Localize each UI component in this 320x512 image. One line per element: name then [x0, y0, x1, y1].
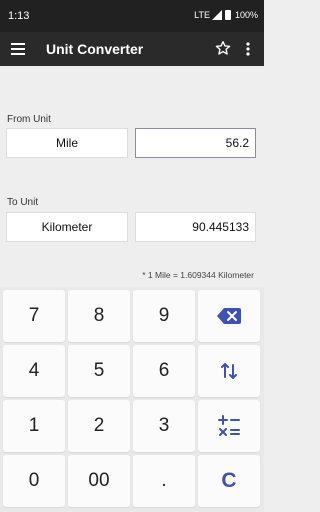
clear-button[interactable]: C	[198, 455, 260, 507]
key-4[interactable]: 4	[3, 345, 65, 397]
key-7[interactable]: 7	[3, 290, 65, 342]
backspace-icon	[217, 308, 241, 324]
battery-level: 100%	[234, 10, 258, 20]
operators-button[interactable]	[198, 400, 260, 452]
app-title: Unit Converter	[46, 41, 144, 57]
signal-icon	[211, 10, 222, 20]
key-5[interactable]: 5	[68, 345, 130, 397]
status-bar: 1:13 LTE 100%	[0, 0, 264, 32]
keypad: 7 8 9 4 5 6 1 2 3 0 00 . C	[0, 287, 264, 512]
key-1[interactable]: 1	[3, 400, 65, 452]
hamburger-menu-icon[interactable]	[11, 43, 25, 55]
from-unit-label: From Unit	[7, 114, 51, 125]
key-6[interactable]: 6	[133, 345, 195, 397]
status-icons: LTE 100%	[194, 10, 258, 20]
network-type: LTE	[194, 10, 210, 20]
to-value-field[interactable]: 90.445133	[135, 212, 256, 242]
from-value-field[interactable]: 56.2	[135, 128, 256, 158]
from-unit-selector[interactable]: Mile	[6, 128, 128, 158]
more-vert-icon[interactable]	[245, 42, 251, 56]
key-00[interactable]: 00	[68, 455, 130, 507]
key-2[interactable]: 2	[68, 400, 130, 452]
key-9[interactable]: 9	[133, 290, 195, 342]
conversion-note: * 1 Mile = 1.609344 Kilometer	[142, 270, 254, 280]
swap-units-button[interactable]	[198, 345, 260, 397]
math-operators-icon	[218, 415, 240, 436]
key-3[interactable]: 3	[133, 400, 195, 452]
key-decimal[interactable]: .	[133, 455, 195, 507]
app-bar: Unit Converter	[0, 32, 264, 66]
star-outline-icon[interactable]	[215, 40, 231, 56]
to-unit-label: To Unit	[7, 197, 39, 208]
battery-icon	[224, 10, 231, 20]
key-0[interactable]: 0	[3, 455, 65, 507]
status-time: 1:13	[8, 10, 30, 22]
key-8[interactable]: 8	[68, 290, 130, 342]
backspace-button[interactable]	[198, 290, 260, 342]
to-unit-selector[interactable]: Kilometer	[6, 212, 128, 242]
swap-vertical-icon	[221, 363, 237, 379]
